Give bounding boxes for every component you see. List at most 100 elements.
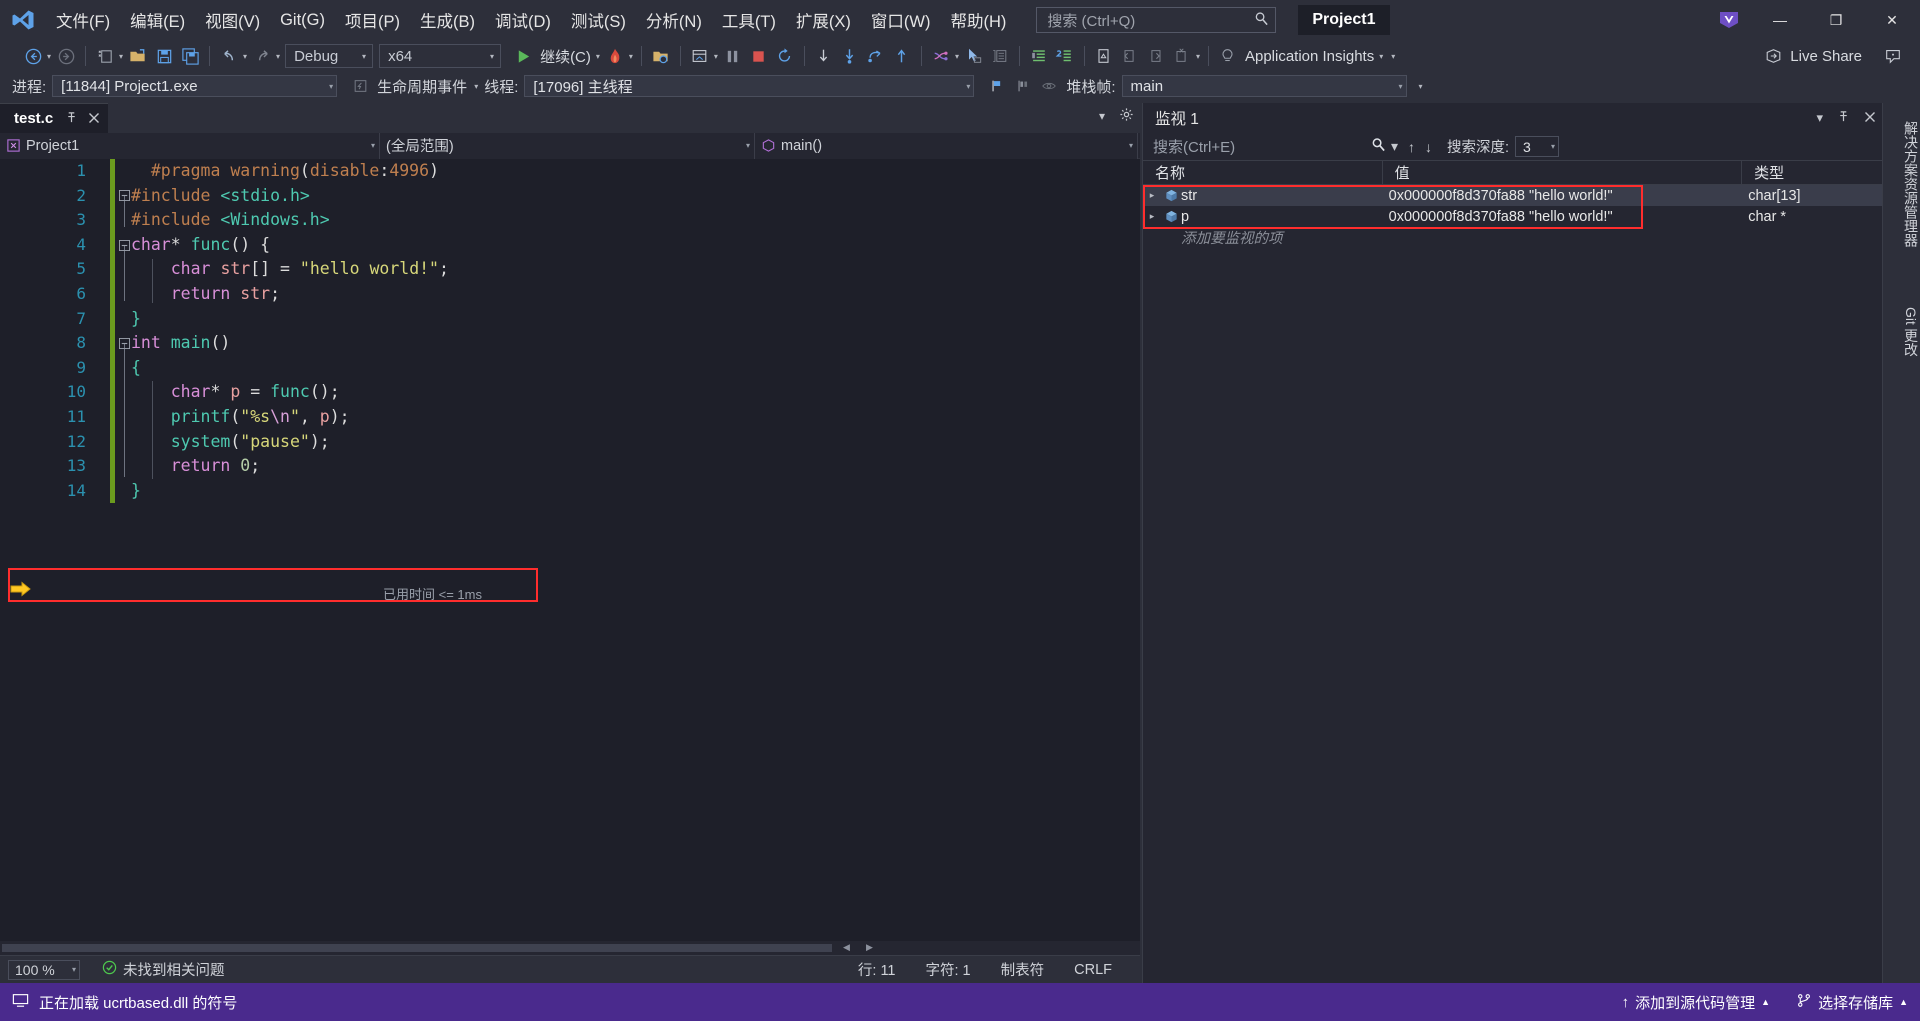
menu-item-1[interactable]: 编辑(E) (120, 0, 195, 40)
flag-columns-icon[interactable] (1010, 73, 1036, 99)
window-layout-icon[interactable] (687, 43, 713, 69)
new-item-icon[interactable] (92, 43, 118, 69)
nav-project-combo[interactable]: Project1 ▾ (0, 133, 380, 159)
code-line-3[interactable]: 3#include <Windows.h> (0, 208, 1140, 233)
menu-item-4[interactable]: 项目(P) (335, 0, 410, 40)
menu-item-10[interactable]: 扩展(X) (786, 0, 861, 40)
redo-icon[interactable] (249, 43, 275, 69)
live-share-icon[interactable] (1760, 43, 1786, 69)
continue-dropdown-icon[interactable]: ▾ (596, 52, 600, 61)
project-chip[interactable]: Project1 (1298, 5, 1389, 35)
watch-column-name[interactable]: 名称 (1143, 161, 1383, 185)
lightbulb-icon[interactable] (1215, 43, 1241, 69)
code-line-13[interactable]: 13 return 0; (0, 454, 1140, 479)
code-line-11[interactable]: 11 printf("%s\n", p); (0, 405, 1140, 430)
indent-icon[interactable] (1026, 43, 1052, 69)
stackframe-combo[interactable]: main ▾ (1122, 75, 1407, 97)
problems-status[interactable]: 未找到相关问题 (102, 959, 225, 980)
chevron-down-icon[interactable]: ▾ (1816, 110, 1823, 126)
menu-item-5[interactable]: 生成(B) (410, 0, 485, 40)
fold-toggle-icon[interactable] (118, 331, 131, 356)
hot-reload-dropdown-icon[interactable]: ▾ (629, 52, 633, 61)
bookmark-prev-icon[interactable] (1117, 43, 1143, 69)
code-line-8[interactable]: 8int main() (0, 331, 1140, 356)
watch-search-input[interactable]: 搜索(Ctrl+E) ▾ (1153, 136, 1403, 157)
watch-add-item-row[interactable]: 添加要监视的项 (1143, 227, 1882, 248)
thread-combo[interactable]: [17096] 主线程 ▾ (524, 75, 974, 97)
table-row[interactable]: ▸ p 0x000000f8d370fa88 "hello world!" 查看 (1143, 206, 1882, 227)
select-repository-button[interactable]: 选择存储库 ▲ (1796, 992, 1908, 1013)
flag-icon[interactable] (984, 73, 1010, 99)
application-insights-dropdown-icon[interactable]: ▾ (1379, 52, 1383, 61)
process-combo[interactable]: [11844] Project1.exe ▾ (52, 75, 337, 97)
chevron-down-icon[interactable]: ▾ (1099, 109, 1105, 123)
table-row[interactable]: ▸ str 0x000000f8d370fa88 "hello world!" … (1143, 185, 1882, 206)
platform-combo[interactable]: x64 ▾ (379, 44, 501, 68)
window-minimize-button[interactable]: — (1752, 0, 1808, 40)
hot-reload-icon[interactable] (602, 43, 628, 69)
menu-item-12[interactable]: 帮助(H) (940, 0, 1016, 40)
fold-toggle-icon[interactable] (118, 233, 131, 258)
code-line-6[interactable]: 6 return str; (0, 282, 1140, 307)
window-maximize-button[interactable]: ❐ (1808, 0, 1864, 40)
continue-label[interactable]: 继续(C) (536, 46, 595, 67)
open-file-icon[interactable] (125, 43, 151, 69)
step-into-icon[interactable] (811, 43, 837, 69)
close-icon[interactable] (1864, 111, 1876, 126)
watch-column-value[interactable]: 值 (1383, 161, 1743, 185)
comment-icon[interactable] (1052, 43, 1078, 69)
pause-icon[interactable] (720, 43, 746, 69)
threads-dropdown-icon[interactable]: ▾ (955, 52, 959, 61)
window-layout-dropdown-icon[interactable]: ▾ (714, 52, 718, 61)
panel-icon[interactable] (987, 43, 1013, 69)
watch-search-dropdown-icon[interactable]: ▾ (1386, 138, 1403, 155)
scroll-left-arrow-icon[interactable]: ◀ (843, 942, 850, 953)
menu-item-8[interactable]: 分析(N) (636, 0, 712, 40)
menu-item-3[interactable]: Git(G) (270, 0, 335, 40)
global-search-box[interactable]: 搜索 (Ctrl+Q) (1036, 7, 1276, 33)
toolbar-overflow-icon[interactable]: ▾ (1391, 52, 1395, 61)
save-icon[interactable] (151, 43, 177, 69)
fold-toggle-icon[interactable] (118, 184, 131, 209)
search-icon[interactable] (1371, 137, 1386, 156)
undo-dropdown-icon[interactable]: ▾ (243, 52, 247, 61)
window-close-button[interactable]: ✕ (1864, 0, 1920, 40)
menu-item-0[interactable]: 文件(F) (46, 0, 120, 40)
account-badge-icon[interactable] (1706, 0, 1752, 40)
play-icon[interactable] (510, 43, 536, 69)
expander-icon[interactable]: ▸ (1143, 211, 1161, 222)
save-all-icon[interactable] (177, 43, 203, 69)
navigate-forward-icon[interactable] (53, 43, 79, 69)
live-share-label[interactable]: Live Share (1786, 48, 1866, 65)
nav-scope-combo[interactable]: (全局范围) ▾ (380, 133, 755, 159)
code-line-12[interactable]: 12 system("pause"); (0, 430, 1140, 455)
gear-icon[interactable] (1119, 107, 1134, 125)
pin-icon[interactable] (65, 111, 78, 127)
stop-icon[interactable] (746, 43, 772, 69)
expander-icon[interactable]: ▸ (1143, 190, 1161, 201)
attach-process-icon[interactable] (648, 43, 674, 69)
menu-item-6[interactable]: 调试(D) (485, 0, 561, 40)
eye-icon[interactable] (1036, 73, 1062, 99)
code-line-5[interactable]: 5 char str[] = "hello world!"; (0, 257, 1140, 282)
configuration-combo[interactable]: Debug ▾ (285, 44, 373, 68)
arrow-up-icon[interactable]: ↑ (1403, 139, 1420, 155)
scroll-right-arrow-icon[interactable]: ▶ (866, 942, 873, 953)
navigate-back-dropdown-icon[interactable]: ▾ (47, 52, 51, 61)
zoom-level-combo[interactable]: 100 % ▾ (8, 960, 80, 980)
restart-icon[interactable] (772, 43, 798, 69)
pointer-select-icon[interactable] (961, 43, 987, 69)
debugbar-overflow-icon[interactable]: ▾ (1419, 82, 1423, 91)
editor-tab-test-c[interactable]: test.c (0, 103, 108, 133)
watch-column-type[interactable]: 类型 (1742, 161, 1882, 185)
bookmark-clear-icon[interactable] (1169, 43, 1195, 69)
code-line-10[interactable]: 10 char* p = func(); (0, 380, 1140, 405)
menu-item-11[interactable]: 窗口(W) (861, 0, 941, 40)
application-insights-label[interactable]: Application Insights (1241, 48, 1378, 65)
lifecycle-dropdown-icon[interactable]: ▾ (474, 82, 478, 91)
bookmark-next-icon[interactable] (1143, 43, 1169, 69)
code-editor-surface[interactable]: 1 #pragma warning(disable:4996)2#include… (0, 159, 1140, 915)
navigate-back-icon[interactable] (20, 43, 46, 69)
editor-horizontal-scrollbar[interactable]: ◀ ▶ (0, 941, 1140, 955)
arrow-down-icon[interactable]: ↓ (1420, 139, 1437, 155)
